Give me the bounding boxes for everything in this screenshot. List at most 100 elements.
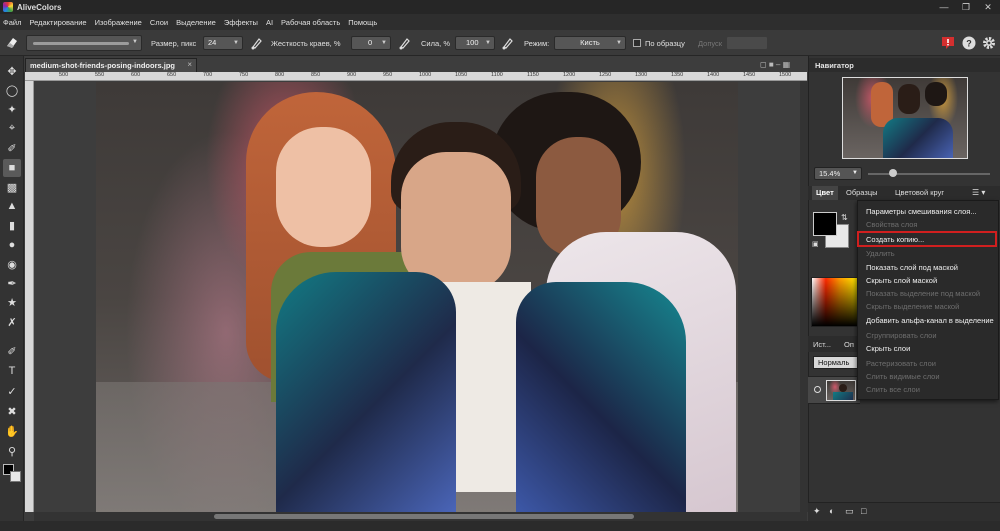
eyedropper-icon[interactable]: ✖ — [3, 402, 21, 420]
menu-workspace[interactable]: Рабочая область — [281, 18, 340, 27]
menu-hide-with-mask[interactable]: Скрыть слой маской — [866, 276, 937, 285]
swap-colors-icon[interactable]: ⇅ — [841, 213, 848, 222]
ruler-tick-label: 1000 — [419, 72, 432, 78]
panel-menu-icon[interactable]: ☰ ▾ — [972, 188, 985, 197]
document-tab-name: medium-shot-friends-posing-indoors.jpg — [30, 61, 175, 70]
horizontal-scrollbar[interactable] — [34, 512, 807, 521]
new-layer-icon[interactable]: □ — [861, 506, 866, 516]
stamp-icon[interactable]: ▲ — [3, 197, 21, 215]
document-tab[interactable]: medium-shot-friends-posing-indoors.jpg × — [25, 58, 197, 72]
menu-layers[interactable]: Слои — [150, 18, 168, 27]
close-tab-icon[interactable]: × — [187, 60, 192, 69]
zoom-level-select[interactable]: 15.4% ▼ — [814, 167, 862, 180]
ruler-tick-label: 1150 — [527, 72, 539, 78]
brush-preset-picker[interactable]: ▼ — [26, 35, 142, 51]
navigator-header: Навигатор — [809, 58, 1000, 72]
menu-file[interactable]: Файл — [3, 18, 21, 27]
minimize-icon[interactable]: — — [933, 0, 955, 14]
menu-image[interactable]: Изображение — [95, 18, 142, 27]
shapes-icon[interactable]: ★ — [3, 293, 21, 311]
tab-swatches[interactable]: Образцы — [842, 186, 882, 200]
brush-tool-icon[interactable]: ✐ — [3, 342, 21, 360]
menu-ai[interactable]: AI — [266, 18, 273, 27]
options-bar: ▼ Размер, пикс 24 ▼ Жесткость краев, % 0 ▼… — [0, 30, 1000, 56]
chevron-down-icon: ▼ — [132, 39, 138, 45]
background-color-swatch[interactable] — [10, 471, 21, 482]
zoom-slider-track[interactable] — [868, 173, 990, 175]
eraser-icon[interactable]: ■ — [3, 159, 21, 177]
doc-window-icons[interactable]: ◻ ■ – ▦ — [760, 60, 790, 69]
tools-panel: ✥ ◯ ✦ ⌖ ✐ ■ ▩ ▲ ▮ ● ◉ ✒ ★ ✗ ✐ T ✓ ✖ ✋ ⚲ — [0, 56, 24, 531]
notification-icon[interactable] — [940, 35, 956, 51]
text-icon[interactable]: T — [3, 362, 21, 380]
ruler-horizontal: 500 550 600 650 700 750 800 850 900 950 1000 1050 11… — [25, 72, 807, 81]
menu-add-alpha-to-selection[interactable]: Добавить альфа-канал в выделение — [866, 316, 994, 325]
strength-field[interactable]: 100 ▼ — [455, 36, 495, 50]
color-spectrum[interactable] — [811, 277, 859, 327]
hardness-field[interactable]: 0 ▼ — [351, 36, 391, 50]
mask-icon[interactable]: ◐ — [829, 506, 834, 516]
pressure-strength-icon[interactable] — [500, 35, 516, 51]
tab-history[interactable]: Ист... — [813, 340, 831, 349]
menu-blend-options[interactable]: Параметры смешивания слоя... — [866, 207, 977, 216]
size-field[interactable]: 24 ▼ — [203, 36, 243, 50]
lasso-icon[interactable]: ◯ — [3, 81, 21, 99]
effects-icon[interactable]: ✦ — [813, 506, 821, 517]
gear-icon[interactable] — [981, 35, 997, 51]
menu-select[interactable]: Выделение — [176, 18, 216, 27]
pressure-hardness-icon[interactable] — [397, 35, 413, 51]
menu-show-selection-under-mask: Показать выделение под маской — [866, 289, 981, 298]
smudge-icon[interactable]: ▮ — [3, 216, 21, 234]
blend-mode-select[interactable]: Нормаль — [813, 356, 859, 369]
ruler-tick-label: 1300 — [635, 72, 648, 78]
pen-icon[interactable]: ✒ — [3, 274, 21, 292]
menu-effects[interactable]: Эффекты — [224, 18, 258, 27]
menu-hide-layers[interactable]: Скрыть слои — [866, 344, 910, 353]
close-icon[interactable]: ✕ — [977, 0, 999, 14]
layer-visibility-icon[interactable] — [814, 386, 821, 393]
hand-icon[interactable]: ✋ — [3, 422, 21, 440]
svg-text:?: ? — [966, 39, 972, 49]
reset-colors-icon[interactable]: ▣ — [812, 240, 819, 248]
duplicate-highlight-box — [857, 231, 997, 247]
navigator-thumbnail[interactable] — [842, 77, 968, 159]
magic-wand-icon[interactable]: ✦ — [3, 100, 21, 118]
horizontal-scrollbar-thumb[interactable] — [214, 514, 634, 519]
menu-edit[interactable]: Редактирование — [29, 18, 86, 27]
canvas-image[interactable] — [96, 82, 738, 512]
path-icon[interactable]: ✓ — [3, 382, 21, 400]
ruler-tick-label: 1500 — [779, 72, 792, 78]
tab-options[interactable]: Оп — [844, 340, 854, 349]
mode-select[interactable]: Кисть ▼ — [554, 36, 626, 50]
ruler-tick-label: 850 — [311, 72, 321, 78]
menu-merge-all: Слить все слои — [866, 385, 920, 394]
tolerance-field — [726, 36, 768, 50]
sample-label: По образцу — [645, 39, 685, 48]
maximize-icon[interactable]: ❐ — [955, 0, 977, 14]
ruler-tick-label: 1350 — [671, 72, 684, 78]
menu-show-under-mask[interactable]: Показать слой под маской — [866, 263, 958, 272]
zoom-icon[interactable]: ⚲ — [3, 442, 21, 460]
menu-merge-visible: Слить видимые слои — [866, 372, 940, 381]
vertical-scrollbar[interactable] — [800, 81, 808, 512]
folder-icon[interactable]: ▭ — [845, 506, 854, 517]
zoom-slider-handle[interactable] — [889, 169, 897, 177]
help-icon[interactable]: ? — [961, 35, 977, 51]
menu-help[interactable]: Помощь — [348, 18, 377, 27]
dodge-icon[interactable]: ◉ — [3, 255, 21, 273]
tab-color[interactable]: Цвет — [812, 186, 838, 200]
tab-color-wheel[interactable]: Цветовой круг — [891, 186, 948, 200]
drop-icon[interactable]: ● — [3, 236, 21, 254]
layer-thumbnail[interactable] — [826, 380, 856, 401]
ruler-tick-label: 900 — [347, 72, 357, 78]
pipette-icon[interactable]: ✗ — [3, 313, 21, 331]
panel-foreground-swatch[interactable] — [813, 212, 837, 236]
gradient-icon[interactable]: ▩ — [3, 178, 21, 196]
app-logo-icon — [3, 2, 13, 12]
sample-checkbox[interactable] — [633, 39, 641, 47]
menu-hide-selection-mask: Скрыть выделение маской — [866, 302, 960, 311]
pressure-brush-icon[interactable] — [249, 35, 265, 51]
crop-icon[interactable]: ⌖ — [3, 119, 21, 137]
brush-icon[interactable]: ✐ — [3, 139, 21, 157]
move-icon[interactable]: ✥ — [3, 62, 21, 80]
